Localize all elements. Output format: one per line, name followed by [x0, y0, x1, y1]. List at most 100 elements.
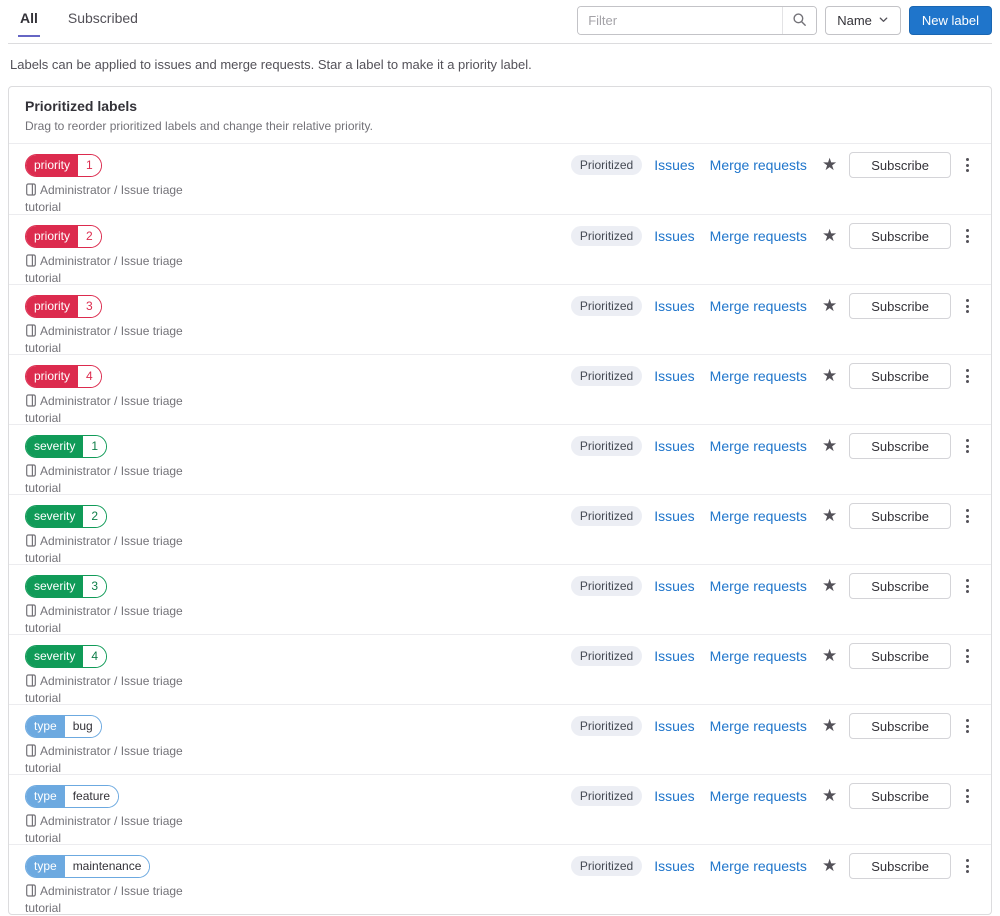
label-value: 2: [83, 506, 107, 527]
label-row[interactable]: type bug Administrator / Issue triage tu…: [9, 704, 991, 775]
merge-requests-link[interactable]: Merge requests: [707, 718, 810, 734]
star-icon[interactable]: ★: [819, 787, 840, 805]
kebab-dot: [966, 450, 969, 453]
label-row[interactable]: severity 1 Administrator / Issue triage …: [9, 424, 991, 495]
issues-link[interactable]: Issues: [651, 578, 697, 594]
scoped-label-badge[interactable]: priority 1: [25, 154, 102, 177]
merge-requests-link[interactable]: Merge requests: [707, 788, 810, 804]
scoped-label-badge[interactable]: severity 2: [25, 505, 108, 528]
label-row[interactable]: priority 2 Administrator / Issue triage …: [9, 214, 991, 285]
issues-link[interactable]: Issues: [651, 718, 697, 734]
subscribe-button[interactable]: Subscribe: [849, 643, 951, 669]
scoped-label-badge[interactable]: severity 1: [25, 435, 108, 458]
label-info: severity 4 Administrator / Issue triage …: [25, 645, 213, 706]
label-key: type: [26, 786, 65, 807]
kebab-menu-icon[interactable]: [960, 365, 975, 387]
merge-requests-link[interactable]: Merge requests: [707, 438, 810, 454]
subscribe-button[interactable]: Subscribe: [849, 223, 951, 249]
label-row[interactable]: severity 3 Administrator / Issue triage …: [9, 564, 991, 635]
issues-link[interactable]: Issues: [651, 788, 697, 804]
search-button[interactable]: [782, 7, 817, 34]
scoped-label-badge[interactable]: type feature: [25, 785, 120, 808]
merge-requests-link[interactable]: Merge requests: [707, 858, 810, 874]
label-row[interactable]: type maintenance Administrator / Issue t…: [9, 844, 991, 915]
merge-requests-link[interactable]: Merge requests: [707, 298, 810, 314]
star-icon[interactable]: ★: [819, 297, 840, 315]
issues-link[interactable]: Issues: [651, 228, 697, 244]
merge-requests-link[interactable]: Merge requests: [707, 368, 810, 384]
issues-link[interactable]: Issues: [651, 368, 697, 384]
prioritized-badge: Prioritized: [570, 436, 643, 456]
star-icon[interactable]: ★: [819, 156, 840, 174]
label-key: severity: [26, 436, 84, 457]
label-info: type feature Administrator / Issue triag…: [25, 785, 213, 846]
filter-input[interactable]: [578, 7, 783, 34]
label-value: 1: [78, 155, 101, 176]
kebab-menu-icon[interactable]: [960, 715, 975, 737]
label-key: type: [26, 856, 65, 877]
star-icon[interactable]: ★: [819, 577, 840, 595]
tab-all[interactable]: All: [18, 6, 40, 37]
star-icon[interactable]: ★: [819, 647, 840, 665]
label-row[interactable]: priority 4 Administrator / Issue triage …: [9, 354, 991, 425]
merge-requests-link[interactable]: Merge requests: [707, 578, 810, 594]
label-row[interactable]: priority 3 Administrator / Issue triage …: [9, 284, 991, 355]
subscribe-button[interactable]: Subscribe: [849, 783, 951, 809]
page-description: Labels can be applied to issues and merg…: [10, 57, 532, 72]
scoped-label-badge[interactable]: priority 2: [25, 225, 102, 248]
tab-subscribed[interactable]: Subscribed: [66, 6, 140, 37]
star-icon[interactable]: ★: [819, 227, 840, 245]
star-icon[interactable]: ★: [819, 367, 840, 385]
label-row[interactable]: severity 4 Administrator / Issue triage …: [9, 634, 991, 706]
row-actions: Prioritized Issues Merge requests ★ Subs…: [570, 573, 975, 599]
subscribe-button[interactable]: Subscribe: [849, 433, 951, 459]
subscribe-button[interactable]: Subscribe: [849, 363, 951, 389]
label-row[interactable]: severity 2 Administrator / Issue triage …: [9, 494, 991, 565]
scoped-label-badge[interactable]: priority 3: [25, 295, 102, 318]
merge-requests-link[interactable]: Merge requests: [707, 228, 810, 244]
subscribe-button[interactable]: Subscribe: [849, 713, 951, 739]
scoped-label-badge[interactable]: type maintenance: [25, 855, 151, 878]
issues-link[interactable]: Issues: [651, 508, 697, 524]
issues-link[interactable]: Issues: [651, 858, 697, 874]
project-icon: [25, 604, 37, 621]
label-key: priority: [26, 366, 79, 387]
issues-link[interactable]: Issues: [651, 298, 697, 314]
kebab-menu-icon[interactable]: [960, 645, 975, 667]
issues-link[interactable]: Issues: [651, 157, 697, 173]
merge-requests-link[interactable]: Merge requests: [707, 508, 810, 524]
kebab-dot: [966, 229, 969, 232]
label-row[interactable]: type feature Administrator / Issue triag…: [9, 774, 991, 846]
subscribe-button[interactable]: Subscribe: [849, 152, 951, 178]
star-icon[interactable]: ★: [819, 857, 840, 875]
merge-requests-link[interactable]: Merge requests: [707, 157, 810, 173]
merge-requests-link[interactable]: Merge requests: [707, 648, 810, 664]
kebab-menu-icon[interactable]: [960, 855, 975, 877]
subscribe-button[interactable]: Subscribe: [849, 853, 951, 879]
scoped-label-badge[interactable]: severity 3: [25, 575, 108, 598]
issues-link[interactable]: Issues: [651, 648, 697, 664]
kebab-menu-icon[interactable]: [960, 295, 975, 317]
scoped-label-badge[interactable]: priority 4: [25, 365, 102, 388]
kebab-menu-icon[interactable]: [960, 435, 975, 457]
star-icon[interactable]: ★: [819, 717, 840, 735]
kebab-menu-icon[interactable]: [960, 785, 975, 807]
subscribe-button[interactable]: Subscribe: [849, 293, 951, 319]
kebab-menu-icon[interactable]: [960, 154, 975, 176]
scoped-label-badge[interactable]: type bug: [25, 715, 102, 738]
label-row[interactable]: priority 1 Administrator / Issue triage …: [9, 144, 991, 214]
star-icon[interactable]: ★: [819, 507, 840, 525]
star-icon[interactable]: ★: [819, 437, 840, 455]
kebab-dot: [966, 163, 969, 167]
label-key: type: [26, 716, 65, 737]
new-label-button[interactable]: New label: [908, 6, 992, 35]
subscribe-button[interactable]: Subscribe: [849, 573, 951, 599]
kebab-menu-icon[interactable]: [960, 225, 975, 247]
scoped-label-badge[interactable]: severity 4: [25, 645, 108, 668]
kebab-menu-icon[interactable]: [960, 505, 975, 527]
sort-dropdown-button[interactable]: Name: [825, 6, 901, 35]
issues-link[interactable]: Issues: [651, 438, 697, 454]
subscribe-button[interactable]: Subscribe: [849, 503, 951, 529]
project-path-text: Administrator / Issue triage tutorial: [25, 183, 183, 214]
kebab-menu-icon[interactable]: [960, 575, 975, 597]
